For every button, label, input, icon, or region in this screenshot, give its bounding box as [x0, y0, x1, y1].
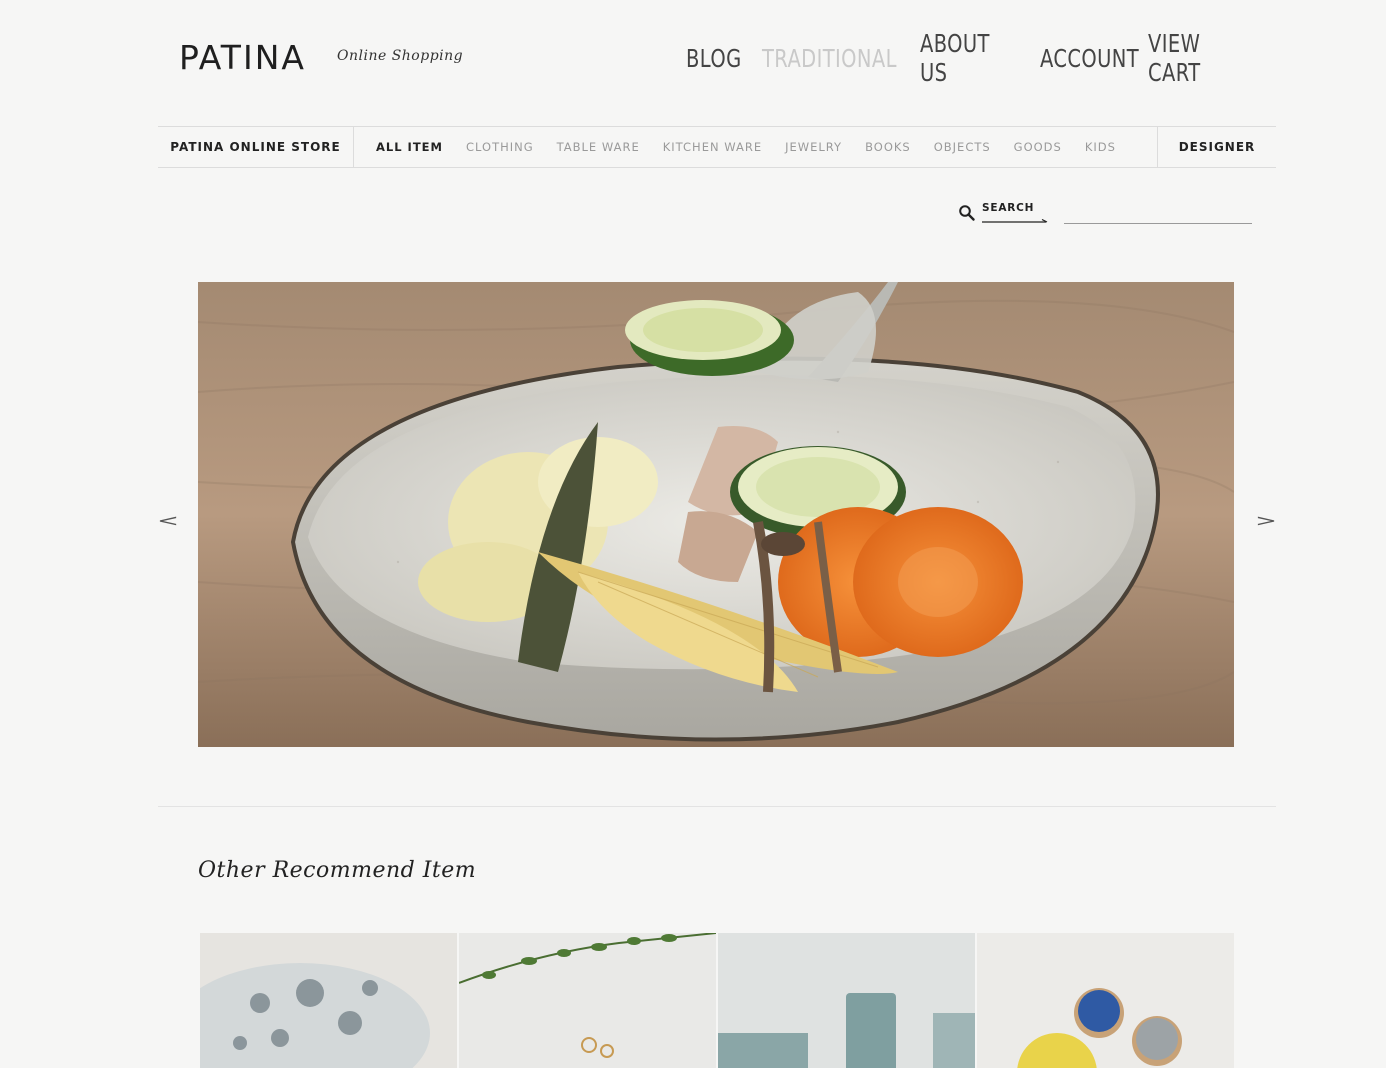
category-kitchen-ware[interactable]: KITCHEN WARE	[663, 140, 762, 154]
search-icon[interactable]	[958, 204, 976, 222]
category-jewelry[interactable]: JEWELRY	[785, 140, 842, 154]
category-books[interactable]: BOOKS	[865, 140, 911, 154]
slider-prev-button[interactable]: <	[156, 512, 180, 530]
designer-link[interactable]: DESIGNER	[1157, 127, 1276, 167]
nav-blog[interactable]: BLOG	[686, 44, 741, 73]
category-all-item[interactable]: ALL ITEM	[376, 140, 443, 154]
nav-about-us[interactable]: ABOUT US	[920, 29, 998, 87]
category-bar: PATINA ONLINE STORE ALL ITEM CLOTHING TA…	[158, 126, 1276, 168]
category-clothing[interactable]: CLOTHING	[466, 140, 534, 154]
search-input[interactable]	[1064, 201, 1252, 224]
hero-slide-image[interactable]	[198, 282, 1234, 747]
store-link[interactable]: PATINA ONLINE STORE	[158, 127, 354, 167]
category-kids[interactable]: KIDS	[1085, 140, 1116, 154]
nav-view-cart[interactable]: VIEW CART	[1148, 29, 1232, 87]
search-label: SEARCH	[982, 202, 1035, 214]
recommend-item-1[interactable]	[200, 933, 457, 1068]
nav-traditional[interactable]: TRADITIONAL	[762, 44, 896, 73]
recommend-item-2[interactable]	[459, 933, 716, 1068]
category-list: ALL ITEM CLOTHING TABLE WARE KITCHEN WAR…	[376, 127, 1116, 167]
section-divider	[158, 806, 1276, 807]
category-table-ware[interactable]: TABLE WARE	[557, 140, 640, 154]
category-objects[interactable]: OBJECTS	[934, 140, 991, 154]
logo-subtitle: Online Shopping	[337, 48, 464, 64]
recommend-items	[200, 933, 1234, 1068]
logo[interactable]: PATINA	[179, 38, 306, 77]
recommend-item-4[interactable]	[977, 933, 1234, 1068]
nav-account[interactable]: ACCOUNT	[1040, 44, 1139, 73]
category-goods[interactable]: GOODS	[1014, 140, 1062, 154]
slider-next-button[interactable]: >	[1254, 512, 1278, 530]
recommend-title: Other Recommend Item	[198, 858, 477, 883]
search-underline-arrow	[982, 219, 1048, 223]
recommend-item-3[interactable]	[718, 933, 975, 1068]
top-nav: BLOG TRADITIONAL ABOUT US ACCOUNT VIEW C…	[686, 29, 1256, 87]
